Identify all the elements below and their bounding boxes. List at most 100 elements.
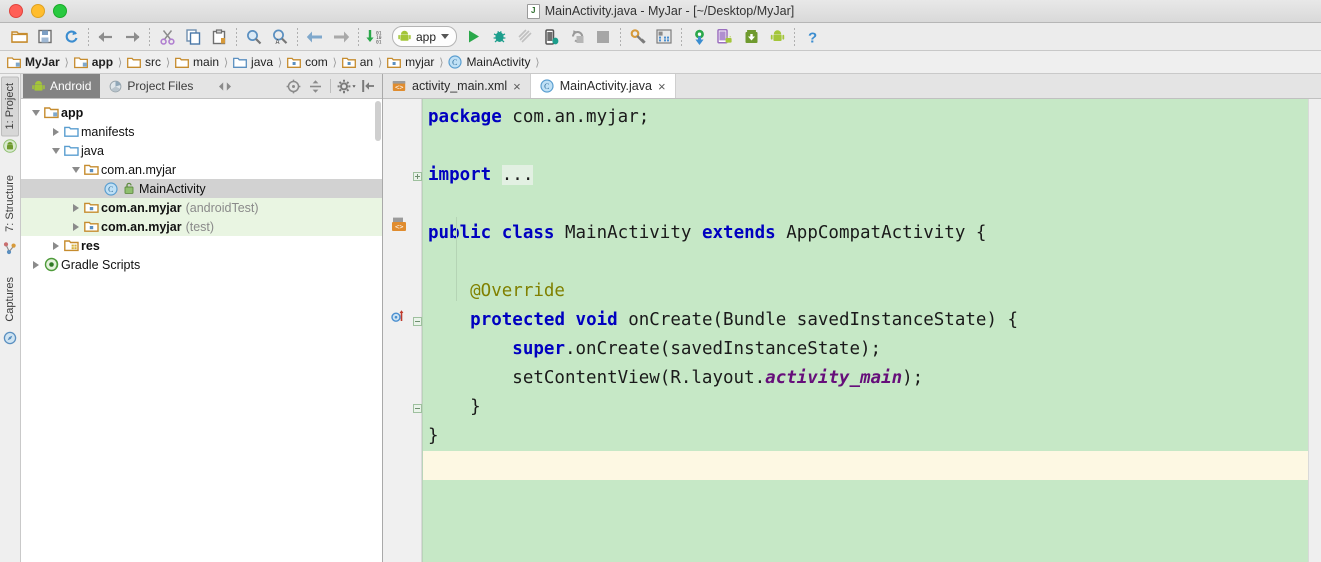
breadcrumb-item-com[interactable]: com bbox=[285, 51, 330, 73]
cut-icon[interactable] bbox=[154, 26, 180, 48]
folder-icon bbox=[175, 57, 189, 68]
project-tree-scrollbar[interactable] bbox=[375, 101, 381, 141]
tree-row-mainactivity[interactable]: C MainActivity bbox=[21, 179, 382, 198]
breadcrumb-chevron-icon: ⟩ bbox=[277, 56, 283, 69]
twisty-right-icon[interactable] bbox=[69, 222, 82, 231]
rerun-icon[interactable] bbox=[564, 26, 590, 48]
back-icon[interactable] bbox=[302, 26, 328, 48]
breadcrumb: MyJar ⟩ app ⟩ src ⟩ main ⟩ java ⟩ com ⟩ bbox=[0, 51, 1321, 74]
code-line: public class MainActivity extends AppCom… bbox=[423, 219, 1308, 248]
stop-icon[interactable] bbox=[590, 26, 616, 48]
sdk-manager-icon[interactable] bbox=[651, 26, 677, 48]
expand-collapse-icon[interactable] bbox=[215, 76, 235, 96]
sidebar-item-structure[interactable]: 7: Structure bbox=[2, 169, 18, 238]
override-method-icon[interactable] bbox=[391, 309, 406, 326]
attach-debugger-icon[interactable] bbox=[538, 26, 564, 48]
structure-tab-label: 7: Structure bbox=[4, 175, 16, 233]
hide-panel-icon[interactable] bbox=[358, 76, 378, 96]
scroll-from-source-icon[interactable] bbox=[283, 76, 303, 96]
save-all-icon[interactable] bbox=[32, 26, 58, 48]
collapse-all-icon[interactable] bbox=[305, 76, 325, 96]
tree-row-java[interactable]: java bbox=[21, 141, 382, 160]
sidebar-item-captures[interactable]: Captures bbox=[2, 271, 18, 328]
tab-activity-main-xml[interactable]: <> activity_main.xml × bbox=[383, 74, 531, 98]
fold-collapse-class-icon[interactable] bbox=[413, 402, 422, 413]
run-configuration-selector[interactable]: app bbox=[392, 26, 458, 47]
breadcrumb-item-java[interactable]: java bbox=[231, 51, 275, 73]
tree-row-res[interactable]: res bbox=[21, 236, 382, 255]
twisty-down-icon[interactable] bbox=[49, 147, 62, 154]
sync-icon[interactable] bbox=[58, 26, 84, 48]
forward-icon[interactable] bbox=[328, 26, 354, 48]
breadcrumb-item-myjar-pkg[interactable]: myjar bbox=[385, 51, 436, 73]
code-line: super.onCreate(savedInstanceState); bbox=[423, 335, 1308, 364]
sidebar-item-project[interactable]: 1: Project bbox=[1, 76, 19, 137]
sync-gradle-icon[interactable] bbox=[686, 26, 712, 48]
zoom-window-button[interactable] bbox=[53, 4, 67, 18]
tree-label-suffix: (test) bbox=[185, 219, 215, 234]
compile-icon[interactable]: 01 10 01 bbox=[363, 26, 389, 48]
copy-icon[interactable] bbox=[180, 26, 206, 48]
undo-icon[interactable] bbox=[93, 26, 119, 48]
fold-collapse-method-icon[interactable] bbox=[413, 315, 422, 326]
twisty-right-icon[interactable] bbox=[29, 260, 42, 269]
tree-label: res bbox=[81, 238, 100, 253]
paste-icon[interactable] bbox=[206, 26, 232, 48]
token-folded-imports[interactable]: ... bbox=[501, 165, 534, 185]
tree-row-test[interactable]: com.an.myjar (test) bbox=[21, 217, 382, 236]
tab-mainactivity-java[interactable]: C MainActivity.java × bbox=[530, 74, 676, 98]
tree-label: com.an.myjar bbox=[101, 162, 177, 177]
editor-right-gutter[interactable] bbox=[1308, 99, 1321, 562]
toolbar-separator bbox=[297, 27, 298, 46]
debug-icon[interactable] bbox=[486, 26, 512, 48]
breadcrumb-item-src[interactable]: src bbox=[125, 51, 163, 73]
toolbar-separator bbox=[236, 27, 237, 46]
chevron-down-icon[interactable] bbox=[441, 34, 450, 39]
tree-row-app[interactable]: app bbox=[21, 103, 382, 122]
redo-icon[interactable] bbox=[119, 26, 145, 48]
settings-gear-icon[interactable] bbox=[336, 76, 356, 96]
tree-row-package[interactable]: com.an.myjar bbox=[21, 160, 382, 179]
project-structure-icon[interactable] bbox=[625, 26, 651, 48]
avd-manager-icon[interactable] bbox=[712, 26, 738, 48]
coverage-icon[interactable] bbox=[512, 26, 538, 48]
twisty-down-icon[interactable] bbox=[29, 109, 42, 116]
breadcrumb-item-main[interactable]: main bbox=[173, 51, 221, 73]
close-window-button[interactable] bbox=[9, 4, 23, 18]
breadcrumb-item-app[interactable]: app bbox=[72, 51, 115, 73]
close-tab-icon[interactable]: × bbox=[658, 80, 666, 93]
project-tree[interactable]: app manifests java com.an.myjar C MainAc… bbox=[21, 99, 382, 562]
breadcrumb-label: src bbox=[145, 55, 162, 69]
tree-row-manifests[interactable]: manifests bbox=[21, 122, 382, 141]
replace-icon[interactable]: A bbox=[267, 26, 293, 48]
editor-tabs: <> activity_main.xml × C MainActivity.ja… bbox=[383, 74, 1321, 99]
tree-row-androidtest[interactable]: com.an.myjar (androidTest) bbox=[21, 198, 382, 217]
android-device-monitor-icon[interactable] bbox=[764, 26, 790, 48]
breadcrumb-item-mainactivity[interactable]: C MainActivity bbox=[446, 51, 532, 73]
tool-separator bbox=[330, 79, 331, 93]
editor-area: <> activity_main.xml × C MainActivity.ja… bbox=[383, 74, 1321, 562]
public-lock-icon bbox=[120, 182, 138, 195]
editor-gutter[interactable]: <> bbox=[383, 99, 422, 562]
tab-android[interactable]: Android bbox=[23, 74, 101, 98]
tree-row-gradle-scripts[interactable]: Gradle Scripts bbox=[21, 255, 382, 274]
tree-label: Gradle Scripts bbox=[61, 257, 141, 272]
layout-resource-icon[interactable]: <> bbox=[391, 217, 408, 236]
fold-expand-import-icon[interactable] bbox=[413, 170, 422, 181]
twisty-down-icon[interactable] bbox=[69, 166, 82, 173]
help-icon[interactable]: ? bbox=[799, 26, 825, 48]
breadcrumb-chevron-icon: ⟩ bbox=[332, 56, 337, 69]
breadcrumb-item-myjar[interactable]: MyJar bbox=[5, 51, 62, 73]
minimize-window-button[interactable] bbox=[31, 4, 45, 18]
code-text-area[interactable]: package com.an.myjar; import ... public … bbox=[422, 99, 1308, 562]
breadcrumb-item-an[interactable]: an bbox=[340, 51, 375, 73]
open-project-icon[interactable] bbox=[6, 26, 32, 48]
android-download-icon[interactable] bbox=[738, 26, 764, 48]
twisty-right-icon[interactable] bbox=[49, 241, 62, 250]
run-icon[interactable] bbox=[460, 26, 486, 48]
twisty-right-icon[interactable] bbox=[69, 203, 82, 212]
close-tab-icon[interactable]: × bbox=[513, 80, 521, 93]
find-icon[interactable] bbox=[241, 26, 267, 48]
tab-project-files[interactable]: Project Files bbox=[100, 74, 202, 98]
twisty-right-icon[interactable] bbox=[49, 127, 62, 136]
